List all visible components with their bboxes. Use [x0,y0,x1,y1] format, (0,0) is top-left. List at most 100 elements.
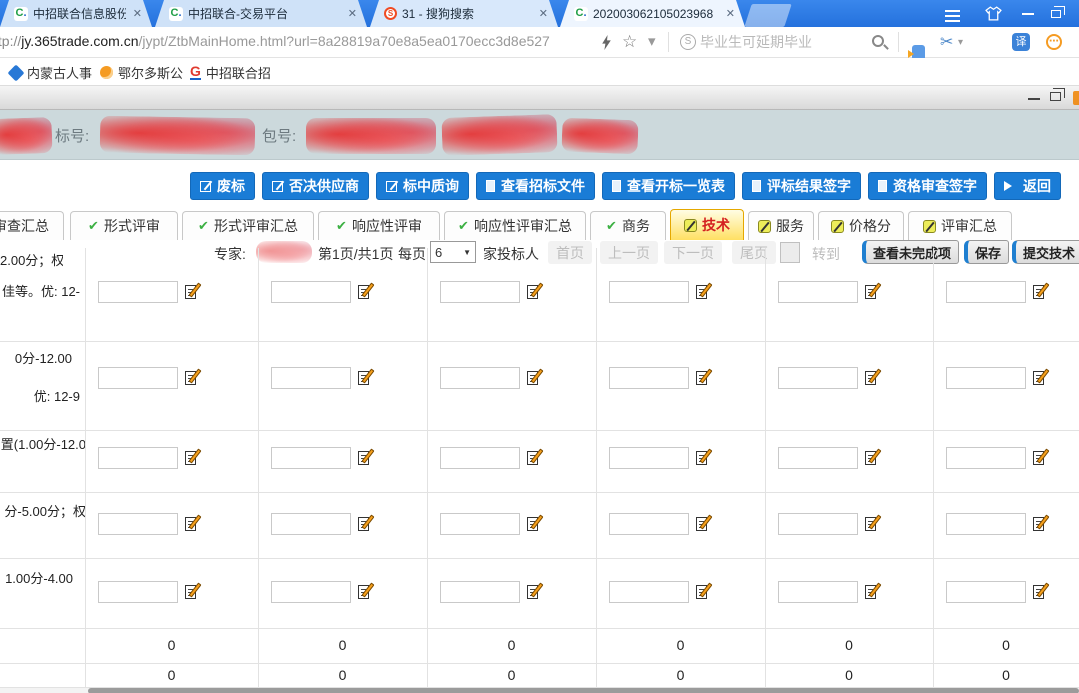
tab-evaluation-summary[interactable]: 评审汇总 [908,211,1012,240]
tab-service[interactable]: 服务 [748,211,814,240]
browser-tab-2[interactable]: C. 中招联合-交易平台 ✕ [155,0,367,27]
edit-cell-icon[interactable] [865,515,882,533]
browser-tab-3[interactable]: S 31 - 搜狗搜索 ✕ [370,0,558,27]
edit-cell-icon[interactable] [696,369,713,387]
score-input[interactable] [946,581,1026,603]
minimize-button[interactable] [1022,13,1034,15]
score-input[interactable] [946,447,1026,469]
score-input[interactable] [440,281,520,303]
score-input[interactable] [440,513,520,535]
lightning-icon[interactable] [601,35,612,50]
edit-cell-icon[interactable] [527,583,544,601]
score-input[interactable] [98,513,178,535]
reject-supplier-button[interactable]: 否决供应商 [262,172,369,200]
score-input[interactable] [609,281,689,303]
search-magnifier-icon[interactable] [872,35,884,47]
edit-cell-icon[interactable] [358,449,375,467]
browser-tab-4[interactable]: C. 202003062105023968 ✕ [560,0,745,27]
edit-cell-icon[interactable] [696,583,713,601]
restore-button[interactable] [1051,10,1061,18]
edit-cell-icon[interactable] [185,283,202,301]
score-input[interactable] [778,281,858,303]
edit-cell-icon[interactable] [1033,369,1050,387]
score-input[interactable] [440,581,520,603]
edit-cell-icon[interactable] [696,283,713,301]
tab-close-icon[interactable]: ✕ [724,7,737,20]
edit-cell-icon[interactable] [358,515,375,533]
edit-cell-icon[interactable] [527,449,544,467]
edit-cell-icon[interactable] [185,369,202,387]
search-input[interactable] [700,31,865,53]
score-input[interactable] [440,447,520,469]
child-restore-button[interactable] [1050,92,1061,101]
tab-responsiveness-review[interactable]: ✔响应性评审 [318,211,440,240]
tab-close-icon[interactable]: ✕ [131,7,144,20]
scrollbar-thumb[interactable] [88,688,1079,693]
scissors-screenshot-icon[interactable]: ✂ [940,32,953,52]
score-input[interactable] [609,581,689,603]
qualification-review-sign-button[interactable]: 资格审查签字 [868,172,987,200]
score-input[interactable] [609,367,689,389]
chevron-down-icon[interactable]: ▾ [648,32,656,50]
translate-icon[interactable]: 译 [1012,33,1030,51]
edit-cell-icon[interactable] [185,583,202,601]
score-input[interactable] [98,367,178,389]
tab-close-icon[interactable]: ✕ [346,7,359,20]
edit-cell-icon[interactable] [358,283,375,301]
score-input[interactable] [609,447,689,469]
more-options-icon[interactable]: ⋯ [1046,34,1062,50]
edit-cell-icon[interactable] [1033,515,1050,533]
score-input[interactable] [946,281,1026,303]
menu-icon[interactable] [945,7,960,25]
view-bid-opening-list-button[interactable]: 查看开标一览表 [602,172,735,200]
bookmark-item[interactable]: G 中招联合招 [190,63,271,82]
url-text[interactable]: ttp://jy.365trade.com.cn/jypt/ZtbMainHom… [0,33,550,49]
return-button[interactable]: 返回 [994,172,1061,200]
view-bid-document-button[interactable]: 查看招标文件 [476,172,595,200]
child-minimize-button[interactable] [1028,98,1040,100]
horizontal-scrollbar[interactable] [0,688,1079,693]
edit-cell-icon[interactable] [185,515,202,533]
score-input[interactable] [609,513,689,535]
score-input[interactable] [271,447,351,469]
bid-inquiry-button[interactable]: 标中质询 [376,172,469,200]
score-input[interactable] [271,281,351,303]
score-input[interactable] [946,367,1026,389]
tab-price-score[interactable]: 价格分 [818,211,904,240]
score-input[interactable] [778,367,858,389]
edit-cell-icon[interactable] [696,515,713,533]
edit-cell-icon[interactable] [358,583,375,601]
tab-close-icon[interactable]: ✕ [537,7,550,20]
edit-cell-icon[interactable] [865,283,882,301]
score-input[interactable] [271,513,351,535]
edit-cell-icon[interactable] [696,449,713,467]
new-tab-button[interactable] [744,4,791,27]
edit-cell-icon[interactable] [865,449,882,467]
score-input[interactable] [778,581,858,603]
edit-cell-icon[interactable] [527,369,544,387]
edit-cell-icon[interactable] [185,449,202,467]
tab-form-review-summary[interactable]: ✔形式评审汇总 [182,211,314,240]
edit-cell-icon[interactable] [358,369,375,387]
score-input[interactable] [946,513,1026,535]
score-input[interactable] [271,367,351,389]
browser-tab-1[interactable]: C. 中招联合信息股份有限公 ✕ [0,0,152,27]
score-input[interactable] [98,581,178,603]
bookmark-star-icon[interactable]: ☆ [622,32,637,52]
edit-cell-icon[interactable] [1033,583,1050,601]
invalidate-bid-button[interactable]: 废标 [190,172,255,200]
edit-cell-icon[interactable] [865,583,882,601]
score-input[interactable] [98,447,178,469]
skin-shirt-icon[interactable] [985,6,1002,21]
score-input[interactable] [440,367,520,389]
child-close-button-partial[interactable] [1073,91,1079,105]
edit-cell-icon[interactable] [527,515,544,533]
tab-responsiveness-review-summary[interactable]: ✔响应性评审汇总 [444,211,586,240]
edit-cell-icon[interactable] [1033,283,1050,301]
edit-cell-icon[interactable] [865,369,882,387]
edit-cell-icon[interactable] [1033,449,1050,467]
score-input[interactable] [271,581,351,603]
tab-business[interactable]: ✔商务 [590,211,666,240]
score-input[interactable] [98,281,178,303]
evaluation-result-sign-button[interactable]: 评标结果签字 [742,172,861,200]
